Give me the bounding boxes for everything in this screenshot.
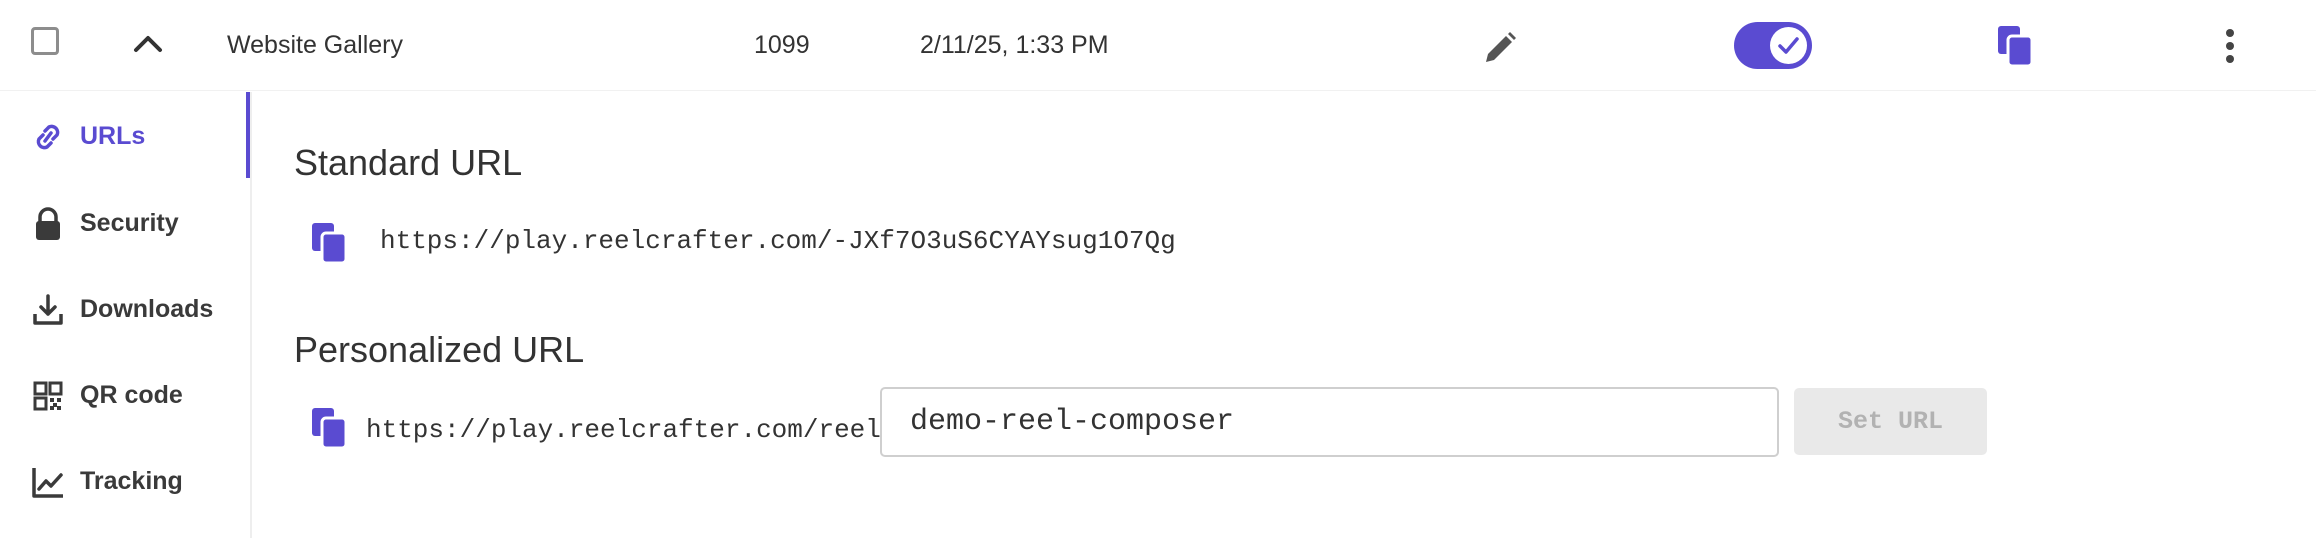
personalized-url-prefix: https://play.reelcrafter.com/reel/ [366,415,897,445]
standard-url-heading: Standard URL [294,142,523,183]
download-icon [30,292,66,328]
reel-count: 1099 [754,31,810,59]
copy-icon[interactable] [310,221,350,265]
sidebar-item-label: QR code [80,381,183,409]
pencil-icon[interactable] [1480,28,1520,68]
sidebar-item-label: URLs [80,122,146,150]
set-url-button[interactable]: Set URL [1794,388,1987,455]
sidebar-item-downloads[interactable]: Downloads [0,278,250,338]
line-chart-icon [30,464,66,500]
qr-code-icon [30,378,66,414]
sidebar-item-label: Downloads [80,295,214,323]
sidebar-item-tracking[interactable]: Tracking [0,450,250,510]
sidebar-item-label: Tracking [80,467,183,495]
chevron-up-icon[interactable] [128,24,168,64]
copy-icon[interactable] [1996,24,2036,68]
settings-sidebar: URLs Security Downloads QR code Tracking [0,92,252,538]
personalized-url-heading: Personalized URL [294,329,585,370]
reel-name: Website Gallery [227,31,403,59]
sidebar-item-security[interactable]: Security [0,192,250,252]
publish-toggle[interactable] [1734,22,1812,69]
sidebar-item-label: Security [80,209,179,237]
link-icon [30,119,66,155]
toggle-knob [1770,27,1807,64]
standard-url-text: https://play.reelcrafter.com/-JXf7O3uS6C… [380,226,1176,256]
check-icon [1778,37,1799,54]
row-checkbox[interactable] [31,27,59,55]
kebab-menu-icon[interactable] [2215,28,2245,64]
sidebar-item-qr-code[interactable]: QR code [0,364,250,424]
reel-date: 2/11/25, 1:33 PM [920,31,1109,59]
lock-icon [30,206,66,242]
reel-row: Website Gallery 1099 2/11/25, 1:33 PM [0,0,2316,91]
copy-icon[interactable] [310,406,350,450]
sidebar-item-urls[interactable]: URLs [0,105,250,165]
personalized-url-input[interactable] [880,387,1779,457]
